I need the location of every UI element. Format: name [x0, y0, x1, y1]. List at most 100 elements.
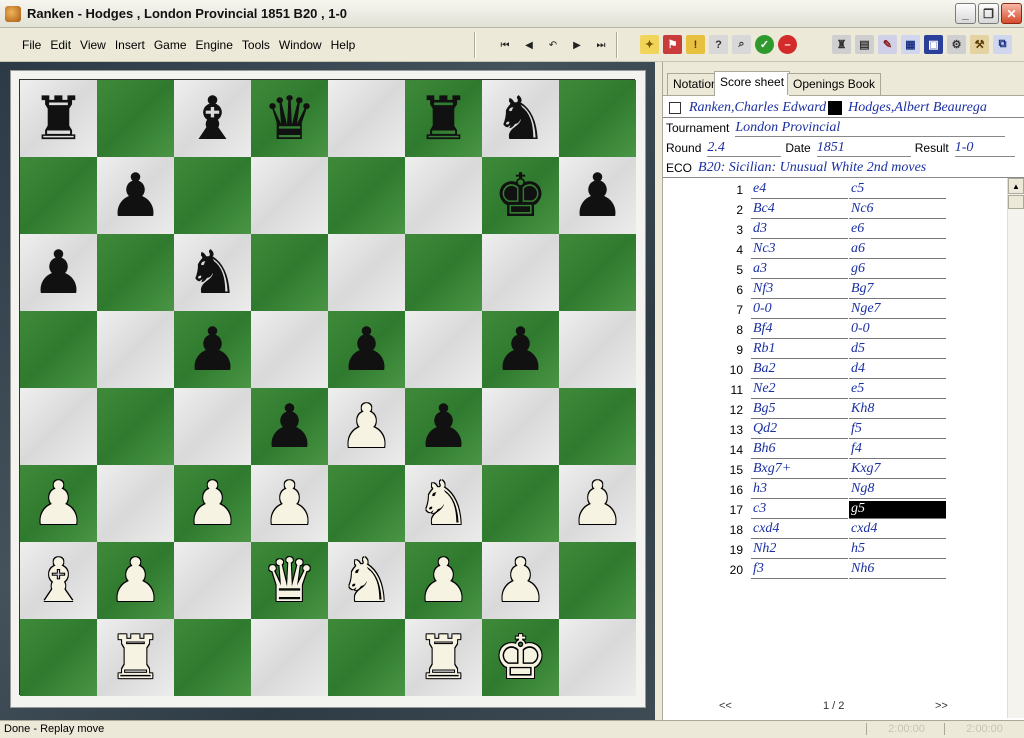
- white-move[interactable]: e4: [751, 181, 848, 199]
- black-rook-icon[interactable]: ♜: [417, 89, 471, 149]
- white-pawn-icon[interactable]: ♟: [186, 474, 240, 534]
- black-pawn-icon[interactable]: ♟: [494, 320, 548, 380]
- square-e8[interactable]: [328, 80, 405, 157]
- flag-icon[interactable]: ⚑: [663, 35, 682, 54]
- previous-move-icon[interactable]: ◀: [520, 36, 538, 54]
- square-a8[interactable]: ♜: [20, 80, 97, 157]
- menu-window[interactable]: Window: [279, 38, 322, 52]
- square-e1[interactable]: [328, 619, 405, 696]
- square-a7[interactable]: [20, 157, 97, 234]
- black-pawn-icon[interactable]: ♟: [340, 320, 394, 380]
- black-move[interactable]: Nh6: [849, 561, 946, 579]
- last-move-icon[interactable]: ⏭: [592, 36, 610, 54]
- white-move[interactable]: Nc3: [751, 241, 848, 259]
- square-c4[interactable]: [174, 388, 251, 465]
- black-king-icon[interactable]: ♚: [494, 166, 548, 226]
- square-a1[interactable]: [20, 619, 97, 696]
- white-move[interactable]: h3: [751, 481, 848, 499]
- black-pawn-icon[interactable]: ♟: [417, 397, 471, 457]
- square-g7[interactable]: ♚: [482, 157, 559, 234]
- tournament-value[interactable]: London Provincial: [735, 120, 1006, 137]
- square-h3[interactable]: ♟: [559, 465, 636, 542]
- square-d2[interactable]: ♛: [251, 542, 328, 619]
- square-h1[interactable]: [559, 619, 636, 696]
- white-move[interactable]: Qd2: [751, 421, 848, 439]
- search-icon[interactable]: ⌕: [732, 35, 751, 54]
- black-move[interactable]: g6: [849, 261, 946, 279]
- black-move[interactable]: a6: [849, 241, 946, 259]
- black-queen-icon[interactable]: ♛: [263, 89, 317, 149]
- square-c7[interactable]: [174, 157, 251, 234]
- square-b2[interactable]: ♟: [97, 542, 174, 619]
- square-g3[interactable]: [482, 465, 559, 542]
- white-knight-icon[interactable]: ♞: [417, 474, 471, 534]
- menu-file[interactable]: File: [22, 38, 41, 52]
- date-value[interactable]: 1851: [816, 140, 911, 157]
- white-move[interactable]: Bc4: [751, 201, 848, 219]
- black-move[interactable]: g5: [849, 501, 946, 519]
- square-f6[interactable]: [405, 234, 482, 311]
- white-move[interactable]: Ne2: [751, 381, 848, 399]
- black-move[interactable]: c5: [849, 181, 946, 199]
- pen-icon[interactable]: ✎: [878, 35, 897, 54]
- square-b8[interactable]: [97, 80, 174, 157]
- white-move[interactable]: Rb1: [751, 341, 848, 359]
- white-player[interactable]: Ranken,Charles Edward: [689, 100, 826, 116]
- tab-openings-book[interactable]: Openings Book: [787, 73, 882, 95]
- white-move[interactable]: a3: [751, 261, 848, 279]
- check-icon[interactable]: ✓: [755, 35, 774, 54]
- square-d1[interactable]: [251, 619, 328, 696]
- black-move[interactable]: f4: [849, 441, 946, 459]
- restore-button[interactable]: ❐: [978, 3, 999, 24]
- menu-view[interactable]: View: [80, 38, 106, 52]
- white-pawn-icon[interactable]: ♟: [417, 551, 471, 611]
- square-e4[interactable]: ♟: [328, 388, 405, 465]
- black-move[interactable]: cxd4: [849, 521, 946, 539]
- square-c6[interactable]: ♞: [174, 234, 251, 311]
- square-h2[interactable]: [559, 542, 636, 619]
- white-move[interactable]: c3: [751, 501, 848, 519]
- square-c2[interactable]: [174, 542, 251, 619]
- square-d4[interactable]: ♟: [251, 388, 328, 465]
- white-pawn-icon[interactable]: ♟: [571, 474, 625, 534]
- close-button[interactable]: ✕: [1001, 3, 1022, 24]
- black-player[interactable]: Hodges,Albert Beaurega: [848, 100, 987, 116]
- menu-engine[interactable]: Engine: [196, 38, 233, 52]
- menu-tools[interactable]: Tools: [242, 38, 270, 52]
- tab-score-sheet[interactable]: Score sheet: [714, 71, 791, 96]
- black-move[interactable]: Nc6: [849, 201, 946, 219]
- square-e3[interactable]: [328, 465, 405, 542]
- square-f3[interactable]: ♞: [405, 465, 482, 542]
- black-pawn-icon[interactable]: ♟: [32, 243, 86, 303]
- white-move[interactable]: Nf3: [751, 281, 848, 299]
- black-move[interactable]: f5: [849, 421, 946, 439]
- black-move[interactable]: d5: [849, 341, 946, 359]
- eco-value[interactable]: B20: Sicilian: Unusual White 2nd moves: [698, 160, 926, 176]
- first-move-icon[interactable]: ⏮: [496, 36, 514, 54]
- black-move[interactable]: e6: [849, 221, 946, 239]
- menu-edit[interactable]: Edit: [50, 38, 71, 52]
- white-move[interactable]: Nh2: [751, 541, 848, 559]
- white-pawn-icon[interactable]: ♟: [109, 551, 163, 611]
- black-move[interactable]: Ng8: [849, 481, 946, 499]
- white-pawn-icon[interactable]: ♟: [494, 551, 548, 611]
- square-f4[interactable]: ♟: [405, 388, 482, 465]
- next-move-icon[interactable]: ▶: [568, 36, 586, 54]
- black-move[interactable]: Kh8: [849, 401, 946, 419]
- white-move[interactable]: cxd4: [751, 521, 848, 539]
- square-d8[interactable]: ♛: [251, 80, 328, 157]
- white-move[interactable]: Bh6: [751, 441, 848, 459]
- white-bishop-icon[interactable]: ♝: [32, 551, 86, 611]
- menu-insert[interactable]: Insert: [115, 38, 145, 52]
- black-move[interactable]: Kxg7: [849, 461, 946, 479]
- square-d5[interactable]: [251, 311, 328, 388]
- square-f5[interactable]: [405, 311, 482, 388]
- white-queen-icon[interactable]: ♛: [263, 551, 317, 611]
- white-move[interactable]: Ba2: [751, 361, 848, 379]
- white-pawn-icon[interactable]: ♟: [32, 474, 86, 534]
- square-h6[interactable]: [559, 234, 636, 311]
- question-icon[interactable]: ?: [709, 35, 728, 54]
- square-h5[interactable]: [559, 311, 636, 388]
- black-move[interactable]: 0-0: [849, 321, 946, 339]
- square-d7[interactable]: [251, 157, 328, 234]
